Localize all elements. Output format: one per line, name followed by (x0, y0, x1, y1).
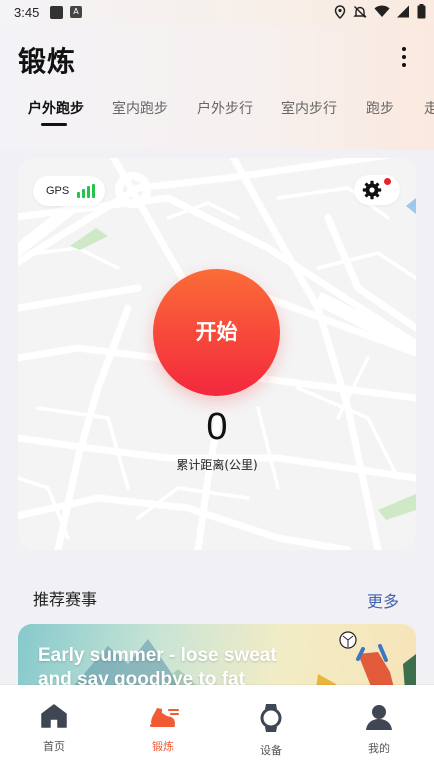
running-shoe-icon (147, 708, 179, 733)
gps-status: GPS (33, 176, 105, 206)
app-notification-icon: A (70, 6, 82, 18)
more-events-link[interactable]: 更多 (367, 588, 399, 612)
tab-indoor-run[interactable]: 室内跑步 (112, 98, 168, 118)
page-title: 锻炼 (18, 45, 77, 78)
gps-signal-icon (77, 184, 96, 198)
active-tab-indicator (41, 123, 67, 126)
bottom-navigation: 首页 锻炼 设备 我的 (0, 685, 434, 771)
nav-device[interactable]: 设备 (231, 703, 311, 758)
tab-indoor-walk[interactable]: 室内步行 (281, 98, 337, 118)
tab-walk[interactable]: 走 (424, 98, 434, 118)
nav-workout-label: 锻炼 (152, 740, 174, 753)
start-workout-button[interactable]: 开始 (153, 269, 280, 396)
watch-icon (259, 704, 283, 737)
more-vertical-icon[interactable] (394, 44, 414, 70)
total-distance-value: 0 (206, 406, 228, 448)
tab-run[interactable]: 跑步 (366, 98, 394, 118)
home-icon (40, 704, 68, 733)
nav-workout[interactable]: 锻炼 (123, 703, 203, 754)
signal-icon (397, 5, 410, 22)
map-card: GPS 开始 0 累计距离(公里) (18, 158, 416, 550)
recommended-events-title: 推荐赛事 (33, 590, 98, 609)
notification-dot (384, 178, 391, 185)
total-distance-label: 累计距离(公里) (176, 458, 258, 472)
nav-profile-label: 我的 (368, 742, 390, 755)
nav-device-label: 设备 (260, 744, 282, 757)
workout-type-tabs: 户外跑步 室内跑步 户外步行 室内步行 跑步 走 (0, 98, 434, 134)
wifi-icon (374, 5, 390, 22)
header: 锻炼 户外跑步 室内跑步 户外步行 室内步行 跑步 走 (0, 26, 434, 150)
notifications-off-icon (353, 5, 367, 23)
gps-label: GPS (46, 185, 70, 197)
nav-profile[interactable]: 我的 (339, 703, 419, 756)
location-icon (334, 4, 346, 23)
workout-settings-button[interactable] (354, 175, 400, 205)
status-time: 3:45 (14, 5, 40, 20)
status-bar: 3:45 A (0, 0, 434, 26)
tab-outdoor-run[interactable]: 户外跑步 (28, 98, 84, 118)
tab-outdoor-walk[interactable]: 户外步行 (197, 98, 253, 118)
notification-square-icon (50, 6, 63, 19)
nav-home-label: 首页 (43, 740, 65, 753)
profile-icon (365, 705, 393, 735)
battery-icon (417, 4, 426, 23)
nav-home[interactable]: 首页 (14, 703, 94, 754)
